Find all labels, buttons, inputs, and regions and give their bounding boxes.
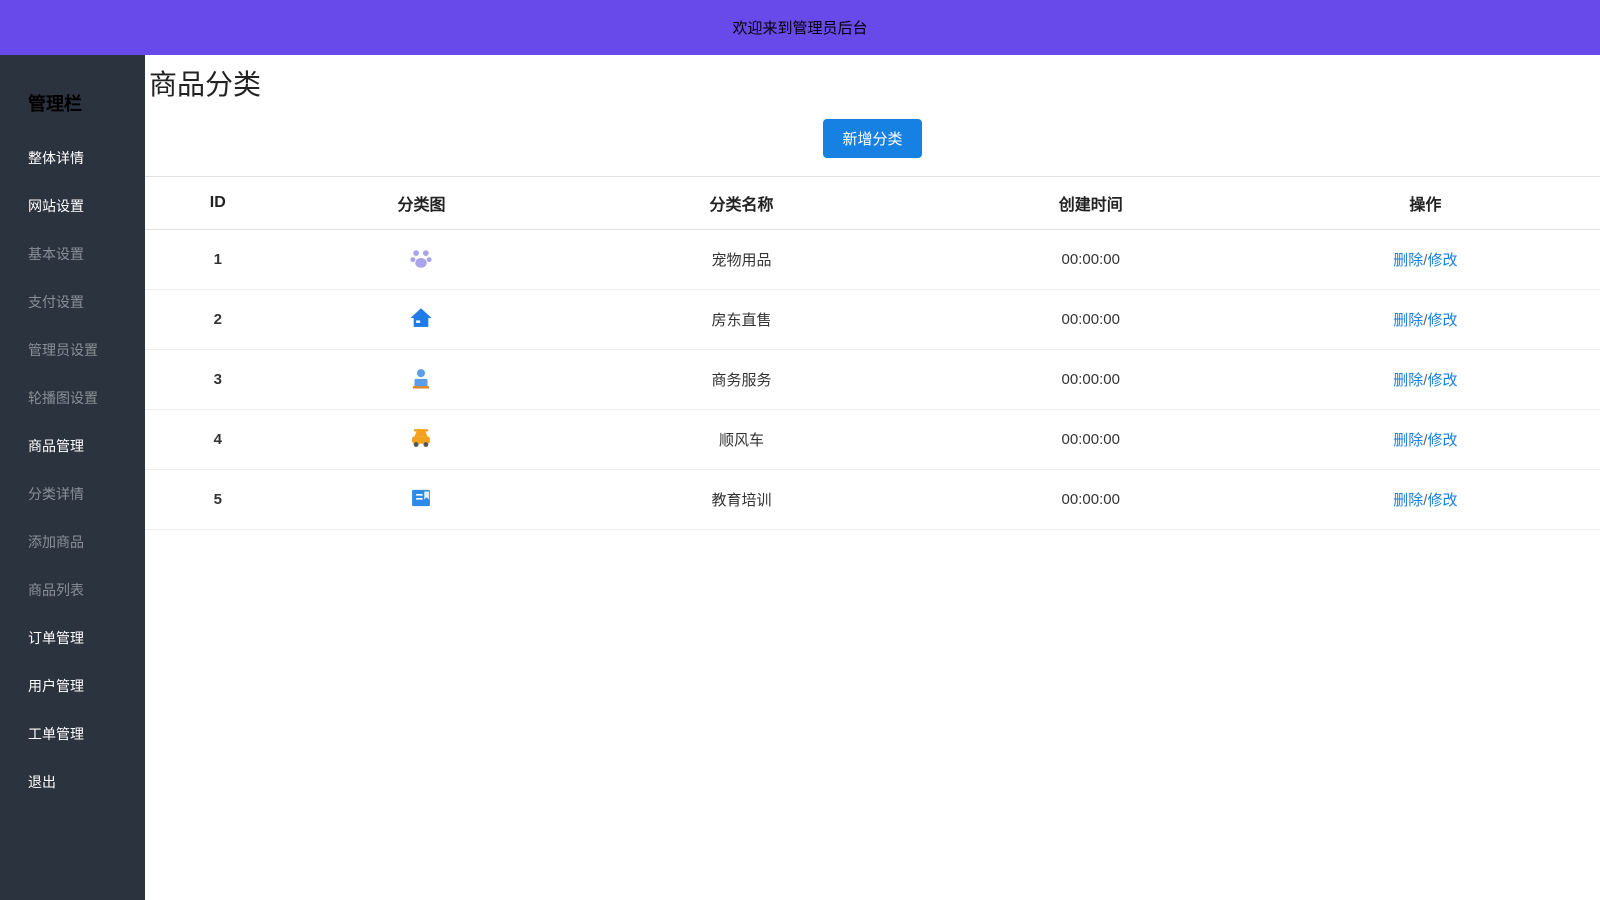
cell-id: 2 [145,290,291,350]
pet-icon [407,244,435,272]
sidebar-item-label: 商品管理 [28,438,84,454]
cell-name: 教育培训 [552,470,930,530]
cell-actions: 删除/修改 [1251,410,1600,470]
edit-link[interactable]: 修改 [1427,372,1457,389]
sidebar-item-label: 分类详情 [28,486,84,502]
edit-link[interactable]: 修改 [1427,492,1457,509]
sidebar-item-label: 添加商品 [28,534,84,550]
sidebar-item-9[interactable]: 商品列表 [0,566,145,614]
edit-link[interactable]: 修改 [1427,252,1457,269]
cell-icon [291,290,553,350]
cell-actions: 删除/修改 [1251,230,1600,290]
cell-actions: 删除/修改 [1251,470,1600,530]
sidebar-item-label: 商品列表 [28,582,84,598]
cell-icon [291,230,553,290]
col-created: 创建时间 [931,177,1251,230]
cell-actions: 删除/修改 [1251,350,1600,410]
category-table: ID 分类图 分类名称 创建时间 操作 1宠物用品00:00:00删除/修改2房… [145,176,1600,530]
top-header: 欢迎来到管理员后台 [0,0,1600,55]
edit-link[interactable]: 修改 [1427,432,1457,449]
welcome-text: 欢迎来到管理员后台 [732,17,867,38]
cell-icon [291,350,553,410]
table-row: 2 房东直售00:00:00删除/修改 [145,290,1600,350]
cell-icon [291,410,553,470]
cell-created: 00:00:00 [931,410,1251,470]
sidebar-item-label: 网站设置 [28,198,84,214]
sidebar-item-0[interactable]: 整体详情 [0,134,145,182]
cell-id: 3 [145,350,291,410]
sidebar: 管理栏 整体详情网站设置基本设置支付设置管理员设置轮播图设置商品管理分类详情添加… [0,55,145,900]
table-row: 4 顺风车00:00:00删除/修改 [145,410,1600,470]
cell-created: 00:00:00 [931,290,1251,350]
cell-name: 宠物用品 [552,230,930,290]
add-category-button[interactable]: 新增分类 [823,119,921,158]
car-icon [407,424,435,452]
business-icon [407,364,435,392]
cell-actions: 删除/修改 [1251,290,1600,350]
cell-created: 00:00:00 [931,350,1251,410]
sidebar-item-label: 退出 [28,774,56,790]
sidebar-item-5[interactable]: 轮播图设置 [0,374,145,422]
cell-id: 4 [145,410,291,470]
sidebar-item-label: 用户管理 [28,678,84,694]
cell-name: 商务服务 [552,350,930,410]
sidebar-item-label: 基本设置 [28,246,84,262]
sidebar-item-label: 轮播图设置 [28,390,98,406]
col-icon: 分类图 [291,177,553,230]
cell-id: 1 [145,230,291,290]
col-id: ID [145,177,291,230]
cell-name: 顺风车 [552,410,930,470]
sidebar-item-label: 工单管理 [28,726,84,742]
cell-icon [291,470,553,530]
sidebar-item-label: 管理员设置 [28,342,98,358]
page-title: 商品分类 [145,55,1600,107]
sidebar-item-label: 支付设置 [28,294,84,310]
table-header-row: ID 分类图 分类名称 创建时间 操作 [145,177,1600,230]
table-row: 1 宠物用品00:00:00删除/修改 [145,230,1600,290]
sidebar-item-12[interactable]: 工单管理 [0,710,145,758]
house-icon [407,304,435,332]
sidebar-item-2[interactable]: 基本设置 [0,230,145,278]
cell-created: 00:00:00 [931,230,1251,290]
cell-id: 5 [145,470,291,530]
sidebar-item-13[interactable]: 退出 [0,758,145,806]
sidebar-item-label: 整体详情 [28,150,84,166]
sidebar-item-7[interactable]: 分类详情 [0,470,145,518]
sidebar-item-10[interactable]: 订单管理 [0,614,145,662]
table-row: 3 商务服务00:00:00删除/修改 [145,350,1600,410]
delete-link[interactable]: 删除 [1393,492,1423,509]
table-row: 5 教育培训00:00:00删除/修改 [145,470,1600,530]
edit-link[interactable]: 修改 [1427,312,1457,329]
add-button-row: 新增分类 [145,107,1600,176]
sidebar-item-label: 订单管理 [28,630,84,646]
main-content: 商品分类 新增分类 ID 分类图 分类名称 创建时间 操作 1宠物用品00:00… [145,55,1600,900]
sidebar-title: 管理栏 [0,80,145,134]
education-icon [407,484,435,512]
sidebar-item-3[interactable]: 支付设置 [0,278,145,326]
cell-created: 00:00:00 [931,470,1251,530]
sidebar-item-1[interactable]: 网站设置 [0,182,145,230]
col-name: 分类名称 [552,177,930,230]
sidebar-item-11[interactable]: 用户管理 [0,662,145,710]
sidebar-item-6[interactable]: 商品管理 [0,422,145,470]
delete-link[interactable]: 删除 [1393,432,1423,449]
col-actions: 操作 [1251,177,1600,230]
sidebar-item-4[interactable]: 管理员设置 [0,326,145,374]
cell-name: 房东直售 [552,290,930,350]
delete-link[interactable]: 删除 [1393,312,1423,329]
delete-link[interactable]: 删除 [1393,252,1423,269]
delete-link[interactable]: 删除 [1393,372,1423,389]
sidebar-item-8[interactable]: 添加商品 [0,518,145,566]
